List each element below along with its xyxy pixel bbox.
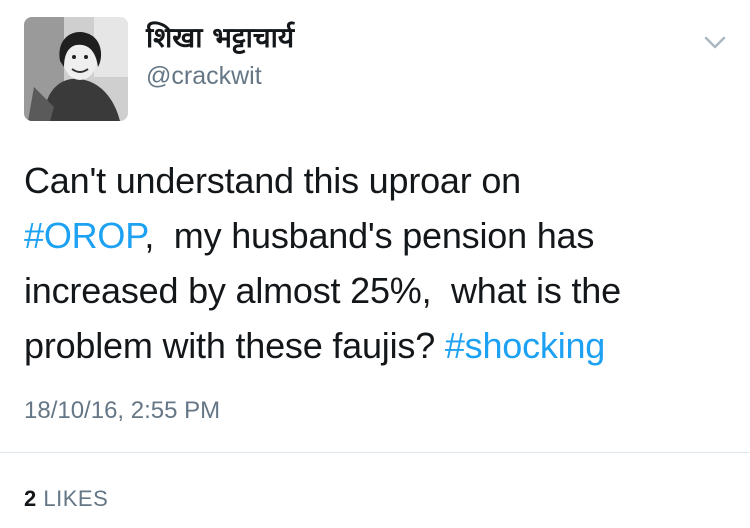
tweet-text-line: problem with these faujis? #shocking bbox=[24, 318, 724, 373]
tweet-timestamp: 18/10/16, 2:55 PM bbox=[24, 397, 221, 424]
tweet-detail: शिखा भट्टाचार्य @crackwit Can't understa… bbox=[0, 0, 750, 528]
tweet-text-line: Can't understand this uproar on bbox=[24, 153, 724, 208]
tweet-text-segment: increased by almost 25%, what is the bbox=[24, 270, 621, 311]
likes-stat[interactable]: 2 LIKES bbox=[24, 484, 108, 514]
author-avatar[interactable] bbox=[24, 17, 128, 121]
tweet-text-line: increased by almost 25%, what is the bbox=[24, 263, 724, 318]
author-handle[interactable]: @crackwit bbox=[146, 60, 262, 92]
author-display-name[interactable]: शिखा भट्टाचार्य bbox=[146, 20, 294, 56]
likes-label: LIKES bbox=[43, 486, 109, 511]
chevron-down-icon[interactable] bbox=[700, 32, 730, 54]
tweet-text-segment: , my husband's pension has bbox=[144, 215, 595, 256]
hashtag-link[interactable]: #shocking bbox=[445, 325, 606, 366]
hashtag-link[interactable]: #OROP bbox=[24, 215, 145, 256]
likes-count: 2 bbox=[24, 486, 37, 511]
avatar-image bbox=[24, 17, 128, 121]
divider bbox=[0, 452, 750, 453]
tweet-text-line: #OROP, my husband's pension has bbox=[24, 208, 724, 263]
tweet-text-segment: problem with these faujis? bbox=[24, 325, 445, 366]
tweet-text-segment: Can't understand this uproar on bbox=[24, 160, 521, 201]
tweet-text: Can't understand this uproar on #OROP, my… bbox=[24, 153, 724, 373]
